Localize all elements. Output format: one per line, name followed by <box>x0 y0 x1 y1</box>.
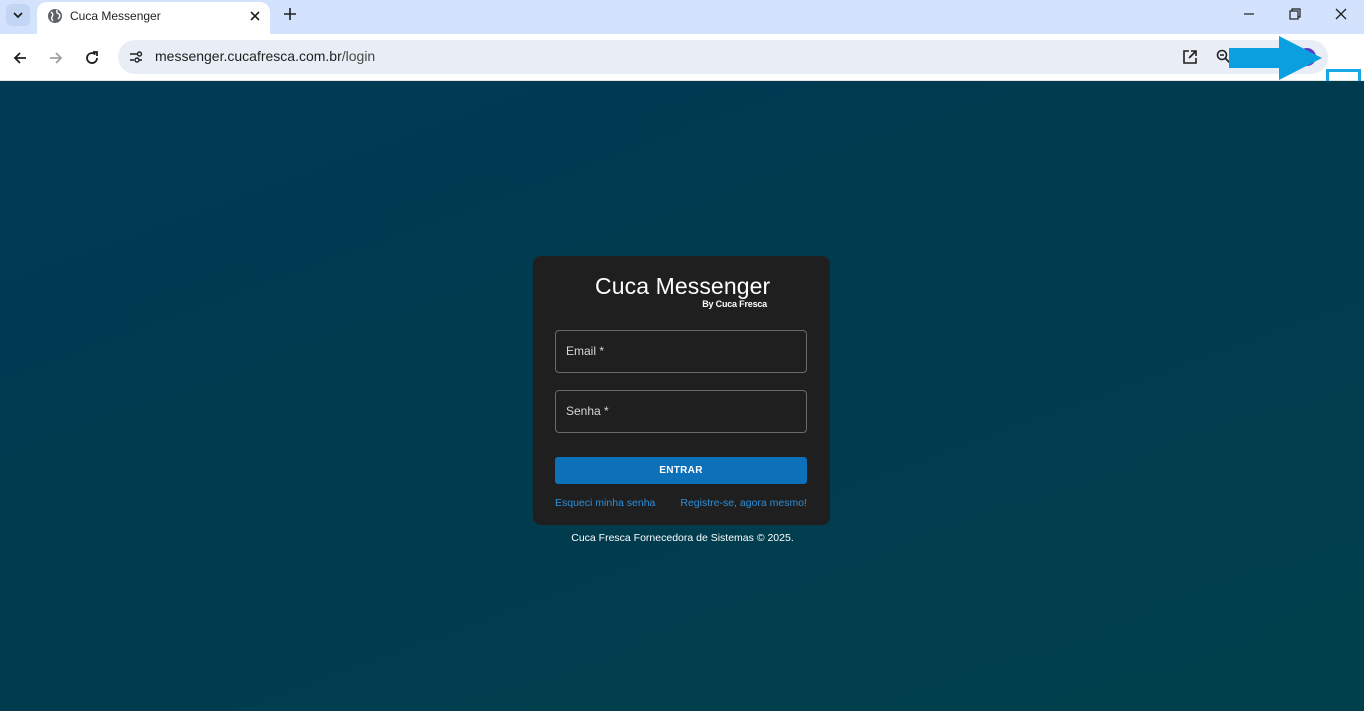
login-page: Cuca Messenger By Cuca Fresca Email * Se… <box>0 81 1364 711</box>
back-arrow-icon[interactable] <box>11 49 29 67</box>
open-in-app-icon[interactable] <box>1181 48 1199 66</box>
password-field[interactable]: Senha * <box>555 390 807 433</box>
reload-icon[interactable] <box>83 49 101 67</box>
tab-strip: Cuca Messenger <box>0 0 1364 34</box>
new-tab-icon[interactable] <box>282 6 298 22</box>
forgot-password-link[interactable]: Esqueci minha senha <box>555 497 655 509</box>
close-icon[interactable] <box>247 8 263 24</box>
login-card: Cuca Messenger By Cuca Fresca Email * Se… <box>533 256 830 525</box>
brand-subtitle: By Cuca Fresca <box>702 299 767 309</box>
minimize-icon[interactable] <box>1241 6 1257 22</box>
login-button[interactable]: ENTRAR <box>555 457 807 484</box>
forward-arrow-icon[interactable] <box>47 49 65 67</box>
browser-toolbar: messenger.cucafresca.com.br/login <box>0 34 1364 114</box>
tab-title: Cuca Messenger <box>70 9 161 23</box>
email-input[interactable] <box>556 331 806 372</box>
register-link[interactable]: Registre-se, agora mesmo! <box>680 497 807 509</box>
email-field[interactable]: Email * <box>555 330 807 373</box>
chevron-down-icon <box>13 12 23 19</box>
window-close-icon[interactable] <box>1333 6 1349 22</box>
annotation-arrow-icon <box>1229 36 1322 80</box>
site-info-icon[interactable] <box>128 49 144 65</box>
tab-search-button[interactable] <box>6 4 30 26</box>
restore-icon[interactable] <box>1287 6 1303 22</box>
globe-icon <box>48 9 62 23</box>
url-host: messenger.cucafresca.com.br <box>155 48 342 64</box>
footer-copyright: Cuca Fresca Fornecedora de Sistemas © 20… <box>571 532 794 544</box>
brand-title: Cuca Messenger <box>595 273 771 299</box>
password-input[interactable] <box>556 391 806 432</box>
url-path: /login <box>341 48 376 64</box>
address-bar[interactable]: messenger.cucafresca.com.br/login <box>118 40 1328 74</box>
url-text[interactable]: messenger.cucafresca.com.br/login <box>155 48 375 64</box>
tab-cuca-messenger[interactable]: Cuca Messenger <box>37 2 270 34</box>
